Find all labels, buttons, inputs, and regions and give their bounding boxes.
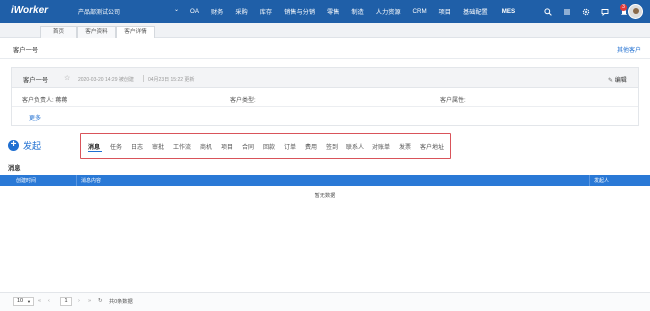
subtab-logs[interactable]: 日志 [131, 142, 143, 151]
subtab-statements[interactable]: 对账单 [372, 142, 390, 151]
subtab-invoices[interactable]: 发票 [399, 142, 411, 151]
column-header-created-time[interactable]: 创建时间 [16, 177, 36, 184]
created-time: 2020-03-20 14:29 被创建 [78, 77, 134, 83]
nav-item-crm[interactable]: CRM [413, 8, 427, 15]
owner-label: 客户负责人: [22, 98, 54, 104]
last-page-button[interactable]: » [88, 298, 91, 304]
prev-page-button[interactable]: ‹ [48, 298, 50, 304]
divider [143, 75, 144, 82]
customer-name: 客户一号 [23, 77, 49, 84]
divider [12, 106, 638, 107]
customer-card-header: 客户一号 ☆ 2020-03-20 14:29 被创建 04月23日 15:22… [12, 68, 638, 88]
create-button-label: 发起 [23, 141, 42, 151]
avatar[interactable] [628, 4, 643, 19]
pencil-icon: ✎ [608, 78, 614, 84]
edit-button-label: 编辑 [614, 78, 627, 84]
nav-item-oa[interactable]: OA [190, 8, 199, 15]
column-divider [76, 175, 77, 186]
toolbar-icons [544, 0, 628, 23]
company-selector[interactable]: 产品部测试公司 [78, 7, 120, 16]
chevron-down-icon[interactable]: ⌄ [174, 6, 179, 13]
refresh-icon[interactable]: ↻ [98, 298, 103, 304]
subtab-projects[interactable]: 项目 [221, 142, 233, 151]
subtab-contracts[interactable]: 合同 [242, 142, 254, 151]
table-header: 创建时间 消息内容 发起人 [0, 175, 650, 186]
nav-item-project[interactable]: 项目 [439, 7, 451, 16]
first-page-button[interactable]: « [38, 298, 41, 304]
app-logo[interactable]: iWorker [11, 5, 48, 16]
owner-value: 蒋蒋 [55, 98, 68, 104]
subtab-payments[interactable]: 回款 [263, 142, 275, 151]
plus-icon: + [8, 140, 19, 151]
page-title: 客户一号 [13, 47, 39, 54]
subtab-expenses[interactable]: 费用 [305, 142, 317, 151]
subtab-orders[interactable]: 订单 [284, 142, 296, 151]
main-nav: OA 财务 采购 库存 销售与分销 零售 制造 人力资源 CRM 项目 基础配置… [190, 0, 527, 23]
nav-item-config[interactable]: 基础配置 [463, 7, 488, 16]
nav-item-sales[interactable]: 销售与分销 [284, 7, 315, 16]
nav-item-manufacturing[interactable]: 制造 [351, 7, 363, 16]
subtab-opportunities[interactable]: 商机 [200, 142, 212, 151]
tab-customer-detail[interactable]: 客户详情 [116, 26, 155, 38]
updated-time: 04月23日 15:22 更新 [148, 77, 195, 83]
column-header-initiator[interactable]: 发起人 [594, 177, 609, 184]
section-title: 消息 [8, 165, 21, 172]
notification-badge: 3 [620, 4, 627, 11]
nav-item-finance[interactable]: 财务 [211, 7, 223, 16]
top-navigation-bar: iWorker 产品部测试公司 ⌄ OA 财务 采购 库存 销售与分销 零售 制… [0, 0, 650, 23]
subtab-contacts[interactable]: 联系人 [346, 142, 364, 151]
subtab-messages[interactable]: 消息 [88, 142, 100, 151]
attr-label: 客户属性: [440, 98, 466, 104]
empty-state: 暂无数据 [314, 193, 336, 199]
tab-customer-list[interactable]: 客户资料 [77, 26, 116, 38]
customer-info-card: 客户一号 ☆ 2020-03-20 14:29 被创建 04月23日 15:22… [11, 67, 639, 126]
owner-field: 客户负责人: 蒋蒋 [22, 95, 67, 104]
list-icon[interactable] [563, 8, 571, 16]
active-tab-indicator [88, 151, 102, 152]
chat-icon[interactable] [601, 8, 609, 16]
tab-home[interactable]: 首页 [40, 26, 77, 38]
page-size-select[interactable]: 10 [13, 297, 34, 306]
subtab-approvals[interactable]: 审批 [152, 142, 164, 151]
column-divider [589, 175, 590, 186]
subtab-workflow[interactable]: 工作流 [173, 142, 191, 151]
subtab-addresses[interactable]: 客户地址 [420, 142, 444, 151]
nav-item-hr[interactable]: 人力资源 [376, 7, 401, 16]
divider [0, 58, 650, 59]
nav-item-mes[interactable]: MES [502, 8, 515, 15]
next-page-button[interactable]: › [78, 298, 80, 304]
edit-button[interactable]: ✎ 编辑 [608, 75, 627, 84]
page-number-input[interactable]: 1 [60, 297, 72, 306]
more-link[interactable]: 更多 [29, 113, 41, 122]
search-icon[interactable] [544, 7, 552, 16]
other-customers-link[interactable]: 其他客户 [617, 45, 641, 54]
nav-item-retail[interactable]: 零售 [327, 7, 339, 16]
detail-subtabs: 消息 任务 日志 审批 工作流 商机 项目 合同 回款 订单 费用 签到 联系人… [80, 133, 451, 159]
total-count: 共0条数据 [109, 299, 133, 305]
settings-icon[interactable] [582, 8, 590, 16]
type-label: 客户类型: [230, 98, 256, 104]
nav-item-inventory[interactable]: 库存 [260, 7, 272, 16]
column-header-content[interactable]: 消息内容 [81, 177, 101, 184]
create-button[interactable]: + 发起 [8, 139, 41, 152]
nav-item-purchase[interactable]: 采购 [235, 7, 247, 16]
subtab-checkin[interactable]: 签到 [326, 142, 338, 151]
subtab-tasks[interactable]: 任务 [110, 142, 122, 151]
star-icon[interactable]: ☆ [64, 74, 70, 82]
